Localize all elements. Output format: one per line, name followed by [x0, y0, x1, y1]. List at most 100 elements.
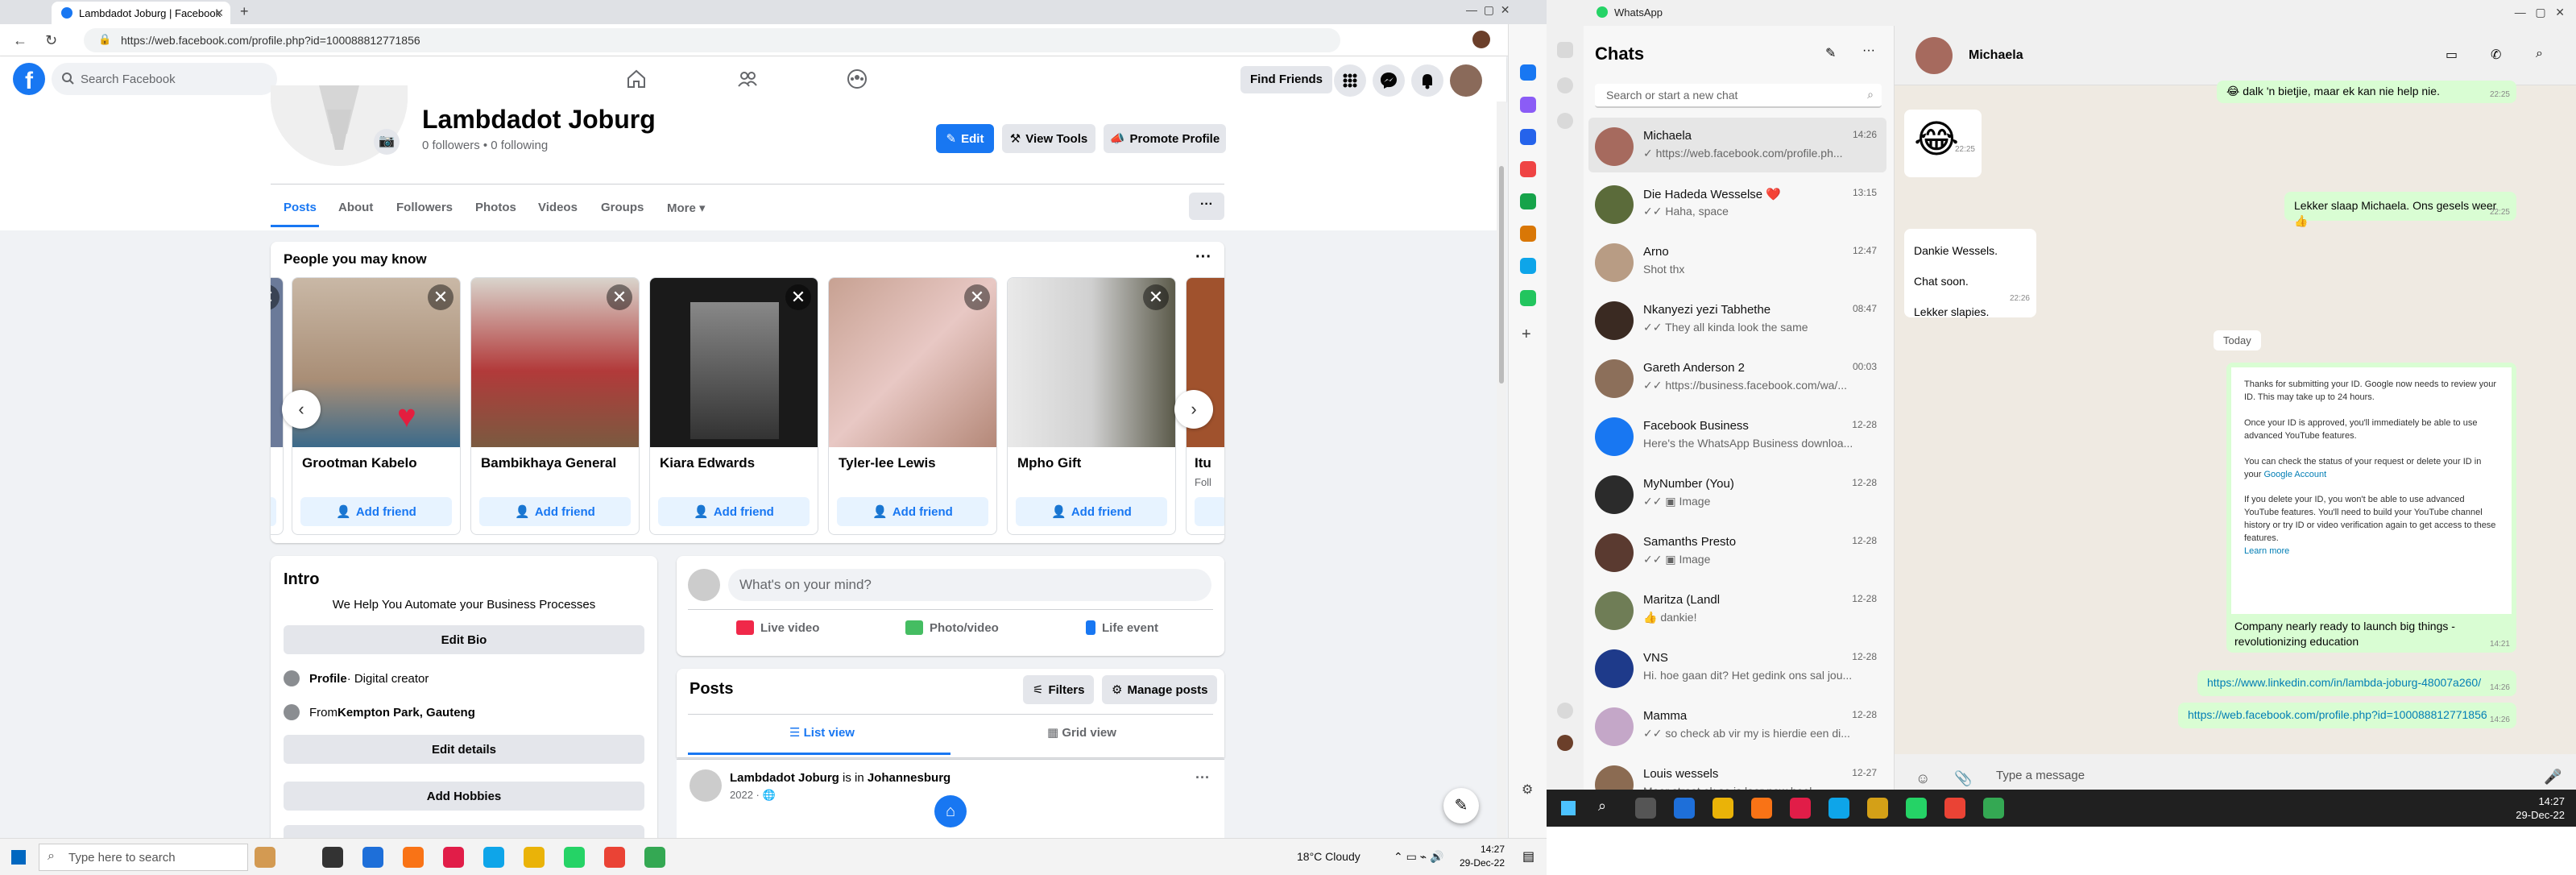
dismiss-icon[interactable]: ✕: [607, 284, 632, 310]
voice-call-icon[interactable]: ✆: [2491, 47, 2501, 63]
file-explorer-icon[interactable]: [1713, 798, 1733, 819]
video-call-icon[interactable]: ▭: [2446, 47, 2458, 63]
add-friend-button[interactable]: 👤 Add friend: [1016, 497, 1167, 526]
person-name[interactable]: Itu: [1195, 455, 1211, 471]
add-hobbies-button[interactable]: Add Hobbies: [284, 782, 644, 811]
chat-row[interactable]: VNS 12-28 Hi. hoe gaan dit? Het gedink ons…: [1588, 640, 1886, 695]
message-out[interactable]: Lekker slaap Michaela. Ons gesels weer 👍…: [2284, 192, 2516, 227]
view-tools-button[interactable]: ⚒ View Tools: [1002, 124, 1095, 153]
add-friend-button[interactable]: 👤 Add friend: [300, 497, 452, 526]
camera-icon[interactable]: 📷: [374, 129, 400, 155]
menu-grid-icon[interactable]: [1334, 64, 1366, 97]
firefox-icon[interactable]: [403, 847, 424, 868]
emoji-icon[interactable]: ☺: [1915, 770, 1930, 787]
windows-start-icon[interactable]: [1561, 801, 1576, 815]
pymk-more-icon[interactable]: ···: [1195, 248, 1211, 267]
promote-profile-button[interactable]: 📣 Promote Profile: [1104, 124, 1226, 153]
person-name[interactable]: Tyler-lee Lewis: [839, 455, 936, 471]
add-featured-button[interactable]: [284, 825, 644, 838]
person-name[interactable]: Bambikhaya General: [481, 455, 616, 471]
chrome-icon[interactable]: [1944, 798, 1965, 819]
chat-row[interactable]: Facebook Business 12-28 Here's the WhatsAp…: [1588, 408, 1886, 462]
profile-more-options-icon[interactable]: ···: [1189, 193, 1224, 220]
chat-row[interactable]: Maritza (Landl 12-28 👍 dankie!: [1588, 582, 1886, 637]
browser-profile-avatar[interactable]: [1472, 31, 1490, 48]
new-chat-icon[interactable]: ✎: [1825, 45, 1836, 61]
post-place[interactable]: Johannesburg: [868, 771, 950, 785]
tab-more[interactable]: More ▾: [667, 201, 706, 215]
microphone-icon[interactable]: 🎤: [2544, 769, 2562, 786]
dismiss-icon[interactable]: ✕: [428, 284, 453, 310]
find-friends-button[interactable]: Find Friends: [1240, 66, 1332, 93]
new-message-fab-icon[interactable]: ✎: [1443, 788, 1479, 823]
tab-photos[interactable]: Photos: [475, 201, 516, 214]
contact-name[interactable]: Michaela: [1969, 48, 2023, 63]
link-message[interactable]: https://www.linkedin.com/in/lambda-jobur…: [2197, 670, 2516, 696]
games-icon[interactable]: [1520, 193, 1536, 209]
sparkle-icon[interactable]: [1520, 97, 1536, 113]
dismiss-icon[interactable]: ✕: [1143, 284, 1169, 310]
filters-button[interactable]: ⚟ Filters: [1023, 675, 1095, 704]
facebook-search-input[interactable]: Search Facebook: [52, 63, 277, 95]
link-message[interactable]: https://web.facebook.com/profile.php?id=…: [2178, 703, 2516, 728]
settings-sidebar-icon[interactable]: ⚙: [1522, 782, 1533, 798]
add-friend-button[interactable]: 👤 Add friend: [658, 497, 810, 526]
groups-icon[interactable]: [846, 68, 868, 90]
opera-icon[interactable]: [1790, 798, 1811, 819]
new-tab-icon[interactable]: +: [240, 3, 249, 20]
add-sidebar-icon[interactable]: +: [1522, 326, 1531, 344]
carousel-next-icon[interactable]: ›: [1174, 390, 1213, 429]
office-icon[interactable]: [1520, 226, 1536, 242]
chat-row[interactable]: Arno 12:47 Shot thx: [1588, 234, 1886, 288]
chat-search-input[interactable]: Search or start a new chat ⌕: [1595, 84, 1882, 108]
tray-icons[interactable]: ⌃ ▭ ⌁ 🔊: [1394, 850, 1444, 864]
close-tab-icon[interactable]: ✕: [214, 6, 224, 20]
chat-row[interactable]: Die Hadeda Wesselse ❤️ 13:15 ✓✓ Haha, spac…: [1588, 176, 1886, 230]
task-view-icon[interactable]: [322, 847, 343, 868]
message-out[interactable]: 😂 dalk 'n bietjie, maar ek kan nie help …: [2217, 81, 2516, 103]
clock-left[interactable]: 14:27 29-Dec-22: [1460, 843, 1505, 870]
add-friend-button[interactable]: 👤 Add friend: [479, 497, 631, 526]
file-explorer-icon[interactable]: [524, 847, 545, 868]
tab-groups[interactable]: Groups: [601, 201, 644, 214]
tools-sidebar-icon[interactable]: [1520, 161, 1536, 177]
followers-count[interactable]: 0 followers • 0 following: [422, 139, 548, 152]
account-avatar[interactable]: [1450, 64, 1482, 97]
clock-right[interactable]: 14:27 29-Dec-22: [2516, 794, 2565, 822]
chat-row[interactable]: Mamma 12-28 ✓✓ so check ab vir my is hierd…: [1588, 698, 1886, 753]
whatsapp-taskbar-icon[interactable]: [564, 847, 585, 868]
search-chat-icon[interactable]: ⌕: [2536, 47, 2543, 61]
browser-tab[interactable]: Lambdadot Joburg | Facebook ✕: [52, 2, 230, 24]
dismiss-icon[interactable]: ✕: [785, 284, 811, 310]
notification-icon[interactable]: ▤: [1522, 848, 1534, 865]
address-bar[interactable]: 🔒 https://web.facebook.com/profile.php?i…: [84, 28, 1340, 52]
edit-details-button[interactable]: Edit details: [284, 735, 644, 764]
person-name[interactable]: Mpho Gift: [1017, 455, 1081, 471]
chrome-profile-icon[interactable]: [644, 847, 665, 868]
opera-icon[interactable]: [443, 847, 464, 868]
person-name[interactable]: Grootman Kabelo: [302, 455, 417, 471]
add-friend-button[interactable]: 👤 Add friend: [837, 497, 988, 526]
status-nav-icon[interactable]: [1557, 113, 1573, 129]
settings-nav-icon[interactable]: [1557, 703, 1573, 719]
outlook-icon[interactable]: [1520, 258, 1536, 274]
mail-icon[interactable]: [1674, 798, 1695, 819]
chrome-icon[interactable]: [604, 847, 625, 868]
edge-icon[interactable]: [1828, 798, 1849, 819]
friends-icon[interactable]: [736, 68, 759, 90]
chrome-profile-icon[interactable]: [1983, 798, 2004, 819]
grid-view-tab[interactable]: ▦ Grid view: [1047, 725, 1116, 740]
contact-avatar[interactable]: [1915, 37, 1953, 74]
chat-row[interactable]: Samanths Presto 12-28 ✓✓ ▣ Image: [1588, 524, 1886, 578]
life-event-button[interactable]: Life event: [1086, 620, 1158, 635]
attach-icon[interactable]: 📎: [1954, 770, 1972, 787]
edge-icon[interactable]: [483, 847, 504, 868]
message-input[interactable]: Type a message: [1996, 769, 2085, 782]
refresh-icon[interactable]: ↻: [45, 32, 57, 49]
mail-icon[interactable]: [362, 847, 383, 868]
post-author[interactable]: Lambdadot Joburg: [730, 771, 839, 785]
edit-profile-button[interactable]: ✎ Edit: [936, 124, 994, 153]
calls-nav-icon[interactable]: [1557, 77, 1573, 93]
folder-icon[interactable]: [1867, 798, 1888, 819]
manage-posts-button[interactable]: ⚙ Manage posts: [1102, 675, 1218, 704]
